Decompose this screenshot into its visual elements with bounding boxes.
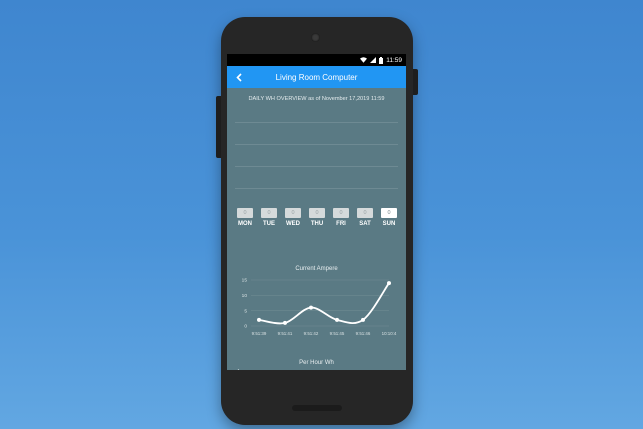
x-tick-label: 9:51:45: [330, 331, 345, 336]
x-tick-label: 9:51:39: [252, 331, 267, 336]
x-tick-label: 9:51:46: [356, 331, 371, 336]
data-point: [335, 317, 339, 322]
data-point: [257, 317, 261, 322]
volume-button: [216, 96, 221, 158]
data-point: [387, 281, 391, 286]
y-tick-label: 0: [244, 324, 247, 330]
power-button: [413, 69, 418, 95]
current-ampere-chart: 15 10 5 0 9:51:39 9:51:41 9:51:42 9:51:45 9:51:4…: [237, 278, 397, 370]
data-point: [309, 305, 313, 310]
x-tick-label: 10:10:4: [382, 331, 397, 336]
series-line: [258, 282, 390, 325]
phone-screen: 11:59 Living Room Computer DAILY WH OVER…: [227, 54, 406, 370]
phone-frame: 11:59 Living Room Computer DAILY WH OVER…: [216, 17, 418, 425]
y-tick-label: 1: [237, 368, 240, 370]
speaker-grille: [292, 405, 342, 411]
data-point: [283, 320, 287, 325]
y-tick-label: 15: [242, 278, 248, 284]
y-tick-label: 10: [242, 293, 248, 299]
front-camera: [311, 33, 320, 42]
per-hour-wh-title: Per Hour Wh: [299, 360, 334, 366]
y-tick-label: 5: [244, 308, 247, 314]
x-tick-label: 9:51:41: [278, 331, 293, 336]
x-tick-label: 9:51:42: [304, 331, 319, 336]
data-point: [361, 317, 365, 322]
